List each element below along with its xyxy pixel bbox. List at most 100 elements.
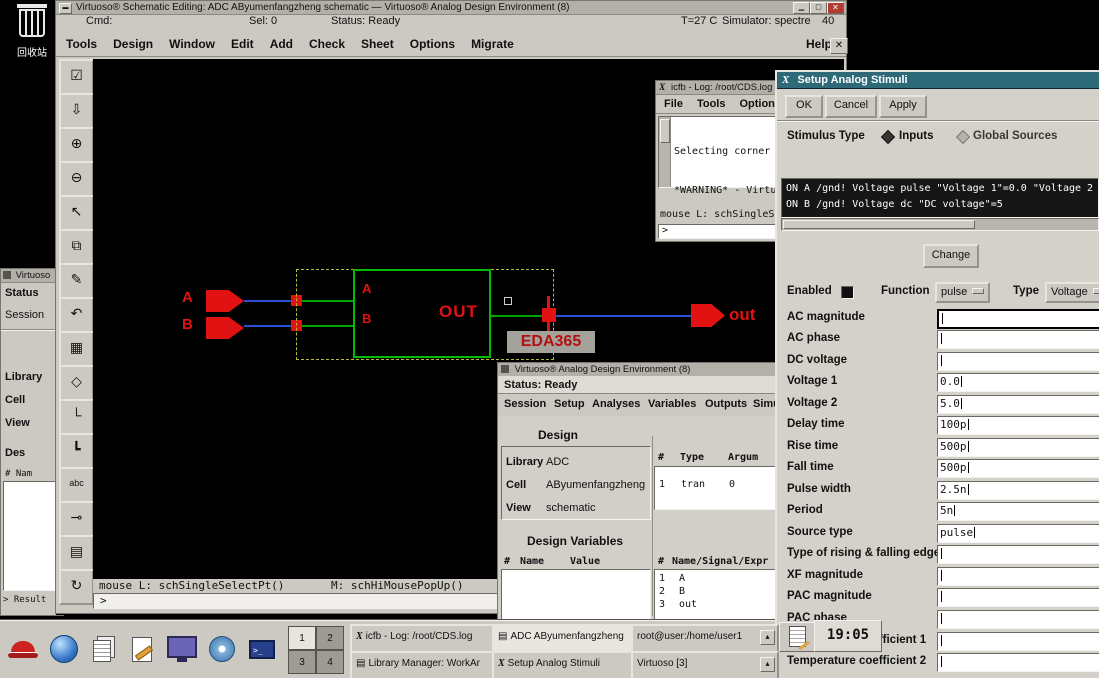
workspace-3[interactable]: 3 (288, 650, 316, 674)
cancel-button[interactable]: Cancel (825, 95, 877, 118)
wire-label-icon[interactable]: abc (59, 467, 94, 503)
apply-button[interactable]: Apply (879, 95, 927, 118)
left-panel-list[interactable] (3, 481, 61, 591)
menu-session[interactable]: Session (504, 398, 546, 410)
wire-out-green[interactable] (491, 315, 542, 317)
function-dropdown[interactable]: pulse (935, 282, 990, 303)
taskbar-item-terminal[interactable]: root@user:/home/user1▴ (631, 624, 779, 653)
notes-applet[interactable] (779, 622, 815, 652)
menu-file[interactable]: File (664, 98, 683, 110)
menu-design[interactable]: Design (113, 37, 153, 51)
analysis-row-args[interactable]: 0 (729, 479, 735, 490)
output-pin[interactable] (691, 304, 725, 327)
stretch-icon[interactable]: ↖ (59, 195, 94, 231)
main-menu-redhat-icon[interactable] (6, 626, 42, 672)
taskbar-item-virtuoso-group[interactable]: Virtuoso [3]▴ (631, 651, 779, 678)
minimize-icon[interactable]: ▁ (793, 2, 810, 14)
media-player-icon[interactable] (204, 626, 240, 672)
input-pin-a[interactable] (206, 290, 244, 312)
probe-icon[interactable]: ⊸ (59, 501, 94, 537)
menu-migrate[interactable]: Migrate (471, 37, 514, 51)
undo-icon[interactable]: ↶ (59, 297, 94, 333)
workspace-1[interactable]: 1 (288, 626, 316, 650)
analysis-row-type[interactable]: tran (681, 479, 705, 490)
zoom-in-icon[interactable]: ⊕ (59, 127, 94, 163)
workspace-4[interactable]: 4 (316, 650, 344, 674)
menu-help[interactable]: Help (806, 37, 832, 51)
menu-add[interactable]: Add (270, 37, 293, 51)
wire-out-blue[interactable] (556, 315, 701, 317)
menu-analyses[interactable]: Analyses (592, 398, 640, 410)
menu-edit[interactable]: Edit (231, 37, 254, 51)
output-row-name[interactable]: A (679, 573, 685, 584)
selected-pin-out[interactable] (542, 308, 556, 322)
input-pin-b[interactable] (206, 317, 244, 339)
menu-window[interactable]: Window (169, 37, 215, 51)
wire-b-blue[interactable] (244, 325, 297, 327)
block-pin-out[interactable]: OUT (439, 302, 478, 322)
ok-button[interactable]: OK (785, 95, 823, 118)
expand-up-icon[interactable]: ▴ (760, 630, 775, 645)
output-row-num[interactable]: 2 (659, 586, 665, 597)
net-label-out[interactable]: out (729, 305, 755, 325)
ac-magnitude-input[interactable] (937, 309, 1099, 329)
maximize-icon[interactable]: ▢ (810, 2, 827, 14)
close-icon[interactable]: ✕ (830, 38, 848, 54)
copy-icon[interactable]: ⧉ (59, 229, 94, 265)
taskbar-item-adc-schematic[interactable]: ▤ADC AByumenfangzheng (492, 624, 636, 653)
taskbar-item-setup-stimuli[interactable]: XSetup Analog Stimuli (492, 651, 636, 678)
pin-icon[interactable]: ◇ (59, 365, 94, 401)
close-icon[interactable]: ✕ (827, 2, 844, 14)
block-pin-b[interactable]: B (362, 311, 371, 326)
web-browser-icon[interactable] (46, 626, 82, 672)
menu-sheet[interactable]: Sheet (361, 37, 394, 51)
global-sources-radio[interactable] (956, 130, 970, 144)
notes-icon[interactable] (124, 626, 160, 672)
pac-phase-input[interactable] (937, 610, 1099, 629)
menu-tools[interactable]: Tools (66, 37, 97, 51)
adc-block-instance[interactable]: A B OUT (353, 269, 491, 358)
net-label-a[interactable]: A (182, 289, 193, 306)
delay-time-input[interactable]: 100p (937, 416, 1099, 435)
stimulus-item-b[interactable]: ON B /gnd! Voltage dc "DC voltage"=5 (782, 197, 1098, 213)
terminal-icon[interactable]: >_ (244, 626, 280, 672)
display-settings-icon[interactable] (164, 626, 200, 672)
enabled-checkbox[interactable] (841, 286, 854, 299)
wire-icon[interactable]: └ (59, 399, 94, 435)
menu-tools[interactable]: Tools (697, 98, 726, 110)
menu-variables[interactable]: Variables (648, 398, 696, 410)
taskbar-item-library-manager[interactable]: ▤Library Manager: WorkAr (350, 651, 496, 678)
save-icon[interactable]: ⇩ (59, 93, 94, 129)
scrollbar-thumb[interactable] (660, 119, 670, 143)
temp-coeff2-input[interactable] (937, 653, 1099, 672)
expand-up-icon[interactable]: ▴ (760, 657, 775, 672)
voltage1-input[interactable]: 0.0 (937, 373, 1099, 392)
change-button[interactable]: Change (923, 244, 979, 268)
net-label-b[interactable]: B (182, 316, 193, 333)
wire-a-blue[interactable] (244, 300, 297, 302)
type-dropdown[interactable]: Voltage (1045, 282, 1099, 303)
stimulus-item-a[interactable]: ON A /gnd! Voltage pulse "Voltage 1"=0.0… (782, 181, 1098, 197)
left-session-titlebar[interactable]: Virtuoso (1, 269, 63, 283)
sheet-icon[interactable]: ▤ (59, 535, 94, 571)
watermark-label[interactable]: EDA365 (507, 331, 595, 353)
clock[interactable]: 19:05 (814, 620, 882, 652)
menu-options[interactable]: Options (410, 37, 455, 51)
analysis-row-num[interactable]: 1 (659, 479, 665, 490)
redraw-icon[interactable]: ↻ (59, 569, 94, 605)
edge-type-input[interactable] (937, 545, 1099, 564)
zoom-out-icon[interactable]: ⊖ (59, 161, 94, 197)
rise-time-input[interactable]: 500p (937, 438, 1099, 457)
design-variables-list[interactable] (501, 569, 651, 627)
dc-voltage-input[interactable] (937, 352, 1099, 371)
left-panel-session-menu[interactable]: Session (5, 309, 44, 321)
pac-magnitude-input[interactable] (937, 588, 1099, 607)
stimuli-titlebar[interactable]: X Setup Analog Stimuli (777, 72, 1099, 89)
output-row-num[interactable]: 3 (659, 599, 665, 610)
source-type-input[interactable]: pulse (937, 524, 1099, 543)
pulse-width-input[interactable]: 2.5n (937, 481, 1099, 500)
output-row-name[interactable]: B (679, 586, 685, 597)
check-and-save-icon[interactable]: ☑ (59, 59, 94, 95)
block-pin-a[interactable]: A (362, 281, 371, 296)
global-sources-radio-label[interactable]: Global Sources (973, 130, 1057, 142)
